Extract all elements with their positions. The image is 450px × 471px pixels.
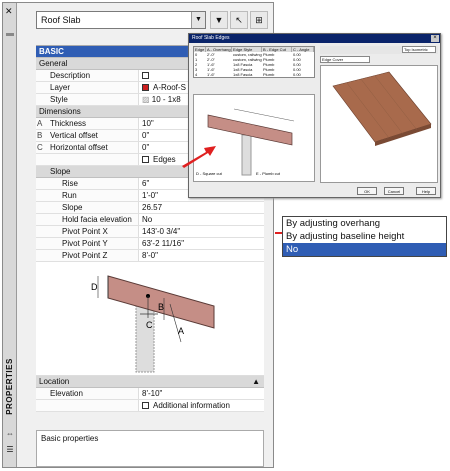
property-row-additional-info[interactable]: Additional information xyxy=(36,400,264,412)
quick-select-button[interactable]: ▼ xyxy=(210,11,228,29)
dropdown-option-baseline[interactable]: By adjusting baseline height xyxy=(283,230,446,243)
edges-icon[interactable] xyxy=(142,155,149,163)
legend-square-cut: D - Square cut xyxy=(196,171,223,176)
close-icon[interactable]: ✕ xyxy=(5,7,13,16)
dialog-title: Roof Slab Edges xyxy=(189,34,440,43)
edges-table-cell: Plumb xyxy=(263,72,275,77)
property-row-elevation[interactable]: Elevation 8'-10" xyxy=(36,388,264,400)
hold-facia-dropdown: By adjusting overhang By adjusting basel… xyxy=(282,216,447,257)
edges-table-body: 0 2'-0" custom, railwing Plumb 0.00 1 2'-0" cus… xyxy=(194,52,314,77)
edges-table-cell: 0.00 xyxy=(293,72,301,77)
roof-slab-diagram: D A B C xyxy=(36,262,264,376)
pickadd-button[interactable]: ↖ xyxy=(230,11,248,29)
edges-table-cell: 4 xyxy=(195,72,198,77)
dropdown-option-no[interactable]: No xyxy=(283,243,446,256)
edges-table-cell: 1x8 Fascia xyxy=(233,72,253,77)
property-row-pivot-z[interactable]: Pivot Point Z 8'-0" xyxy=(36,250,264,262)
layer-color-swatch xyxy=(142,83,149,91)
wall-shape xyxy=(135,301,155,373)
style-icon: ▨ xyxy=(142,94,152,104)
edges-table-row[interactable]: 4 1'-6" 1x8 Fascia Plumb 0.00 xyxy=(194,72,314,77)
preview-viewport[interactable] xyxy=(320,65,438,183)
object-type-value: Roof Slab xyxy=(41,15,81,25)
edges-table-cell: 1'-6" xyxy=(207,72,215,77)
select-icon: ⊞ xyxy=(255,14,263,25)
palette-menu-icon[interactable]: ☰ xyxy=(5,445,15,454)
description-panel: Basic properties xyxy=(36,430,264,467)
cursor-icon: ↖ xyxy=(235,14,243,25)
property-row-hold-facia[interactable]: Hold facia elevation No xyxy=(36,214,264,226)
additional-info-icon[interactable] xyxy=(142,401,149,409)
location-header[interactable]: Location ▲ xyxy=(36,376,264,388)
dim-label-d: D xyxy=(91,282,98,292)
dropdown-pointer xyxy=(275,232,282,234)
palette-title-strip: ✕ PROPERTIES ⇔ ☰ xyxy=(3,3,17,467)
chevron-down-icon[interactable]: ▼ xyxy=(191,12,205,28)
edges-table: Edge A - Overhang Edge Style B - Edge Cu… xyxy=(193,46,315,78)
property-row-slope[interactable]: Slope 26.57 xyxy=(36,202,264,214)
description-icon[interactable] xyxy=(142,71,149,79)
select-objects-button[interactable]: ⊞ xyxy=(250,11,268,29)
chevron-up-icon[interactable]: ▲ xyxy=(252,376,260,388)
close-icon[interactable]: × xyxy=(431,35,439,42)
help-button[interactable]: Help xyxy=(416,187,436,195)
property-row-pivot-y[interactable]: Pivot Point Y 63'-2 11/16" xyxy=(36,238,264,250)
cancel-button[interactable]: Cancel xyxy=(384,187,404,195)
slab-section-svg: D A B C xyxy=(91,275,215,373)
auto-hide-icon[interactable]: ⇔ xyxy=(5,429,15,438)
legend-plumb-cut: E - Plumb cut xyxy=(256,171,281,176)
property-row-pivot-x[interactable]: Pivot Point X 143'-0 3/4" xyxy=(36,226,264,238)
viewer-toolbar: Top Isometric xyxy=(320,46,438,54)
dim-label-a: A xyxy=(178,326,184,336)
dim-label-b: B xyxy=(158,302,164,312)
roof-slab-edges-dialog: Roof Slab Edges × Edge A - Overhang Edge… xyxy=(188,33,441,198)
callout-arrow-icon xyxy=(182,146,216,168)
view-select[interactable]: Top Isometric xyxy=(402,46,436,53)
style-select[interactable]: Edge Cover xyxy=(320,56,370,63)
ok-button[interactable]: OK xyxy=(357,187,377,195)
dim-label-c: C xyxy=(146,320,153,330)
palette-title: PROPERTIES xyxy=(4,357,14,415)
object-type-select[interactable]: Roof Slab ▼ xyxy=(36,11,206,29)
palette-grip[interactable] xyxy=(6,33,14,36)
filter-icon: ▼ xyxy=(214,15,224,25)
dropdown-option-overhang[interactable]: By adjusting overhang xyxy=(283,217,446,230)
